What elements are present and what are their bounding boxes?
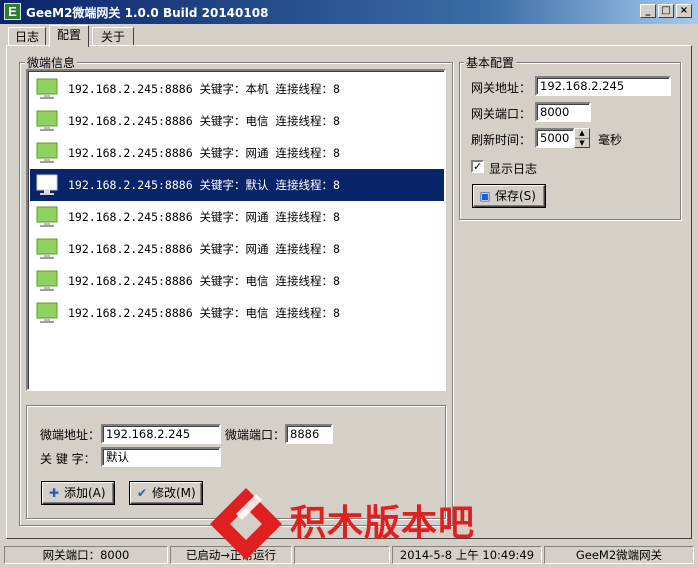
list-item-text: 192.168.2.245:8886 关键字：电信 连接线程：8: [68, 306, 340, 320]
status-app-name: GeeM2微端网关: [544, 546, 694, 564]
check-icon: ✔: [136, 486, 148, 500]
address-input[interactable]: 192.168.2.245: [101, 424, 221, 444]
basic-config-legend: 基本配置: [464, 54, 517, 71]
list-item-text: 192.168.2.245:8886 关键字：电信 连接线程：8: [68, 274, 340, 288]
app-icon[interactable]: E: [4, 3, 21, 20]
status-empty: [294, 546, 390, 564]
tab-log[interactable]: 日志: [8, 27, 46, 46]
monitor-icon: [36, 110, 58, 131]
list-item-text: 192.168.2.245:8886 关键字：网通 连接线程：8: [68, 146, 340, 160]
gateway-address-label: 网关地址：: [471, 81, 532, 95]
maximize-button[interactable]: □: [658, 4, 674, 18]
refresh-label: 刷新时间：: [471, 133, 532, 147]
list-item-text: 192.168.2.245:8886 关键字：默认 连接线程：8: [68, 178, 340, 192]
close-button[interactable]: ×: [676, 4, 692, 18]
keyword-input[interactable]: 默认: [101, 447, 221, 467]
list-item[interactable]: 192.168.2.245:8886 关键字：本机 连接线程：8: [30, 73, 444, 105]
list-item-text: 192.168.2.245:8886 关键字：网通 连接线程：8: [68, 242, 340, 256]
monitor-icon: [36, 270, 58, 291]
monitor-icon: [36, 206, 58, 227]
monitor-icon: [36, 238, 58, 259]
list-item-text: 192.168.2.245:8886 关键字：电信 连接线程：8: [68, 114, 340, 128]
port-input[interactable]: 8886: [285, 424, 333, 444]
keyword-label: 关 键 字：: [40, 452, 96, 466]
list-item[interactable]: 192.168.2.245:8886 关键字：电信 连接线程：8: [30, 297, 444, 329]
port-label: 微端端口：: [225, 428, 286, 442]
list-item-selected[interactable]: 192.168.2.245:8886 关键字：默认 连接线程：8: [30, 169, 444, 201]
list-item[interactable]: 192.168.2.245:8886 关键字：网通 连接线程：8: [30, 137, 444, 169]
address-label: 微端地址：: [40, 428, 101, 442]
watermark-logo-icon: [210, 488, 282, 560]
modify-button-label: 修改(M): [152, 486, 196, 500]
window-title: GeeM2微端网关 1.0.0 Build 20140108: [26, 6, 269, 20]
list-item-text: 192.168.2.245:8886 关键字：本机 连接线程：8: [68, 82, 340, 96]
watermark-text: 积木版本吧: [290, 503, 476, 544]
spin-up-icon[interactable]: ▲: [575, 129, 589, 139]
refresh-spinner[interactable]: ▲ ▼: [574, 128, 590, 148]
show-log-label: 显示日志: [489, 162, 538, 176]
gateway-port-input[interactable]: 8000: [535, 102, 591, 122]
show-log-checkbox[interactable]: ✓: [471, 160, 484, 173]
tab-config[interactable]: 配置: [49, 25, 89, 47]
plus-icon: ✚: [48, 486, 60, 500]
tab-about[interactable]: 关于: [92, 27, 134, 46]
save-button-label: 保存(S): [495, 189, 536, 203]
spin-down-icon[interactable]: ▼: [575, 139, 589, 148]
list-item[interactable]: 192.168.2.245:8886 关键字：网通 连接线程：8: [30, 201, 444, 233]
list-item-text: 192.168.2.245:8886 关键字：网通 连接线程：8: [68, 210, 340, 224]
add-button[interactable]: ✚ 添加(A): [42, 482, 114, 504]
list-item[interactable]: 192.168.2.245:8886 关键字：网通 连接线程：8: [30, 233, 444, 265]
gateway-port-label: 网关端口：: [471, 107, 532, 121]
minimize-button[interactable]: _: [640, 4, 656, 18]
monitor-icon: [36, 78, 58, 99]
monitor-icon: [36, 174, 58, 195]
floppy-disk-icon: ▣: [479, 189, 491, 203]
modify-button[interactable]: ✔ 修改(M): [130, 482, 202, 504]
refresh-input[interactable]: 5000: [535, 128, 575, 148]
micro-list[interactable]: 192.168.2.245:8886 关键字：本机 连接线程：8 192.168…: [26, 69, 446, 391]
status-gateway-port: 网关端口：8000: [4, 546, 168, 564]
gateway-address-input[interactable]: 192.168.2.245: [535, 76, 671, 96]
save-button[interactable]: ▣ 保存(S): [473, 185, 545, 207]
monitor-icon: [36, 142, 58, 163]
monitor-icon: [36, 302, 58, 323]
refresh-unit: 毫秒: [598, 133, 623, 147]
add-button-label: 添加(A): [64, 486, 106, 500]
list-item[interactable]: 192.168.2.245:8886 关键字：电信 连接线程：8: [30, 265, 444, 297]
status-datetime: 2014-5-8 上午 10:49:49: [392, 546, 542, 564]
list-item[interactable]: 192.168.2.245:8886 关键字：电信 连接线程：8: [30, 105, 444, 137]
